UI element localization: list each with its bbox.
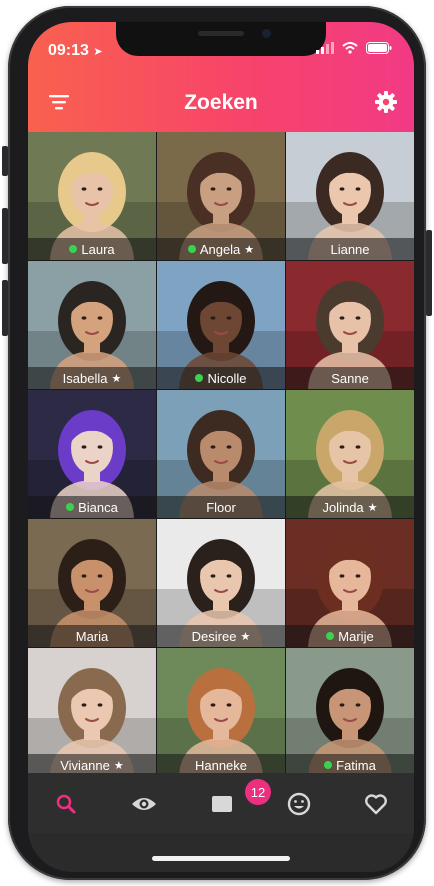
status-indicators [316, 42, 392, 54]
status-time: 09:13 ➤ [48, 42, 103, 60]
profile-name: Maria [75, 628, 109, 644]
profile-tile[interactable]: Hanneke★ [157, 648, 285, 776]
profile-tile[interactable]: Isabella ★ [28, 261, 156, 389]
profile-caption: Marije★ [286, 625, 414, 647]
message-icon [212, 796, 232, 812]
profile-name: Vivianne [60, 757, 110, 773]
front-camera [262, 29, 271, 38]
profile-tile[interactable]: Vivianne ★ [28, 648, 156, 776]
star-icon: ★ [111, 372, 122, 385]
signal-icon [316, 42, 334, 54]
tab-search[interactable] [49, 787, 83, 821]
profile-name: Laura [81, 241, 115, 257]
messages-badge: 12 [245, 779, 271, 805]
tab-favorites[interactable] [359, 787, 393, 821]
profile-tile[interactable]: Fatima★ [286, 648, 414, 776]
profile-name: Angela [199, 241, 241, 257]
location-arrow-icon: ➤ [93, 46, 103, 58]
online-status-dot [66, 503, 75, 511]
status-time-text: 09:13 [48, 42, 89, 59]
profile-name: Isabella [62, 370, 108, 386]
volume-down-button [2, 280, 8, 336]
online-status-dot [187, 245, 196, 253]
star-icon: ★ [240, 630, 251, 643]
wifi-icon [342, 42, 358, 54]
profile-name: Nicolle [207, 370, 247, 386]
profile-name: Lianne [330, 241, 370, 257]
profile-caption: Lianne★ [286, 238, 414, 260]
profile-name: Marije [338, 628, 374, 644]
profile-caption: Bianca★ [28, 496, 156, 518]
profile-name: Jolinda [322, 499, 364, 515]
tab-matches[interactable] [282, 787, 316, 821]
profile-tile[interactable]: Bianca★ [28, 390, 156, 518]
profile-tile[interactable]: Maria★ [28, 519, 156, 647]
tab-messages[interactable] [205, 787, 239, 821]
profile-caption: Angela ★ [157, 238, 285, 260]
smiley-icon [287, 792, 311, 816]
online-status-dot [69, 245, 78, 253]
profile-tile[interactable]: Marije★ [286, 519, 414, 647]
app-header: 09:13 ➤ Zoeken [28, 22, 414, 132]
profile-caption: Maria★ [28, 625, 156, 647]
online-status-dot [195, 374, 204, 382]
profile-name: Desiree [191, 628, 237, 644]
star-icon: ★ [367, 501, 378, 514]
notch [116, 22, 326, 56]
volume-up-button [2, 208, 8, 264]
online-status-dot [324, 761, 333, 769]
profile-caption: Isabella ★ [28, 367, 156, 389]
online-status-dot [326, 632, 335, 640]
profile-grid: Laura★Angela★Lianne★Isabella★Nicolle★San… [28, 132, 414, 776]
profile-tile[interactable]: Jolinda ★ [286, 390, 414, 518]
profile-name: Bianca [78, 499, 118, 515]
search-icon [56, 794, 76, 814]
profile-caption: Nicolle★ [157, 367, 285, 389]
profile-tile[interactable]: Desiree ★ [157, 519, 285, 647]
profile-name: Sanne [331, 370, 369, 386]
profile-caption: Floor★ [157, 496, 285, 518]
profile-name: Fatima [336, 757, 376, 773]
profile-tile[interactable]: Floor★ [157, 390, 285, 518]
tab-views[interactable] [127, 787, 161, 821]
page-title: Zoeken [184, 91, 258, 114]
profile-name: Floor [206, 499, 236, 515]
profile-tile[interactable]: Laura★ [28, 132, 156, 260]
profile-caption: Sanne★ [286, 367, 414, 389]
profile-name: Hanneke [194, 757, 248, 773]
profile-tile[interactable]: Angela ★ [157, 132, 285, 260]
eye-icon [132, 798, 156, 810]
heart-icon [365, 794, 387, 815]
star-icon: ★ [113, 759, 124, 772]
battery-icon [366, 42, 392, 54]
profile-caption: Laura★ [28, 238, 156, 260]
profile-tile[interactable]: Lianne★ [286, 132, 414, 260]
power-button [426, 230, 432, 316]
profile-caption: Jolinda ★ [286, 496, 414, 518]
star-icon: ★ [244, 243, 255, 256]
settings-gear-icon[interactable] [374, 90, 398, 114]
bottom-tab-bar: 12 [28, 773, 414, 833]
profile-tile[interactable]: Sanne★ [286, 261, 414, 389]
profile-caption: Desiree ★ [157, 625, 285, 647]
speaker-grille [198, 31, 244, 36]
profile-tile[interactable]: Nicolle★ [157, 261, 285, 389]
home-indicator[interactable] [152, 856, 290, 861]
app-screen: 09:13 ➤ Zoeken Laura Angela ★ Lianne Isa… [28, 22, 414, 872]
mute-switch [2, 146, 8, 176]
